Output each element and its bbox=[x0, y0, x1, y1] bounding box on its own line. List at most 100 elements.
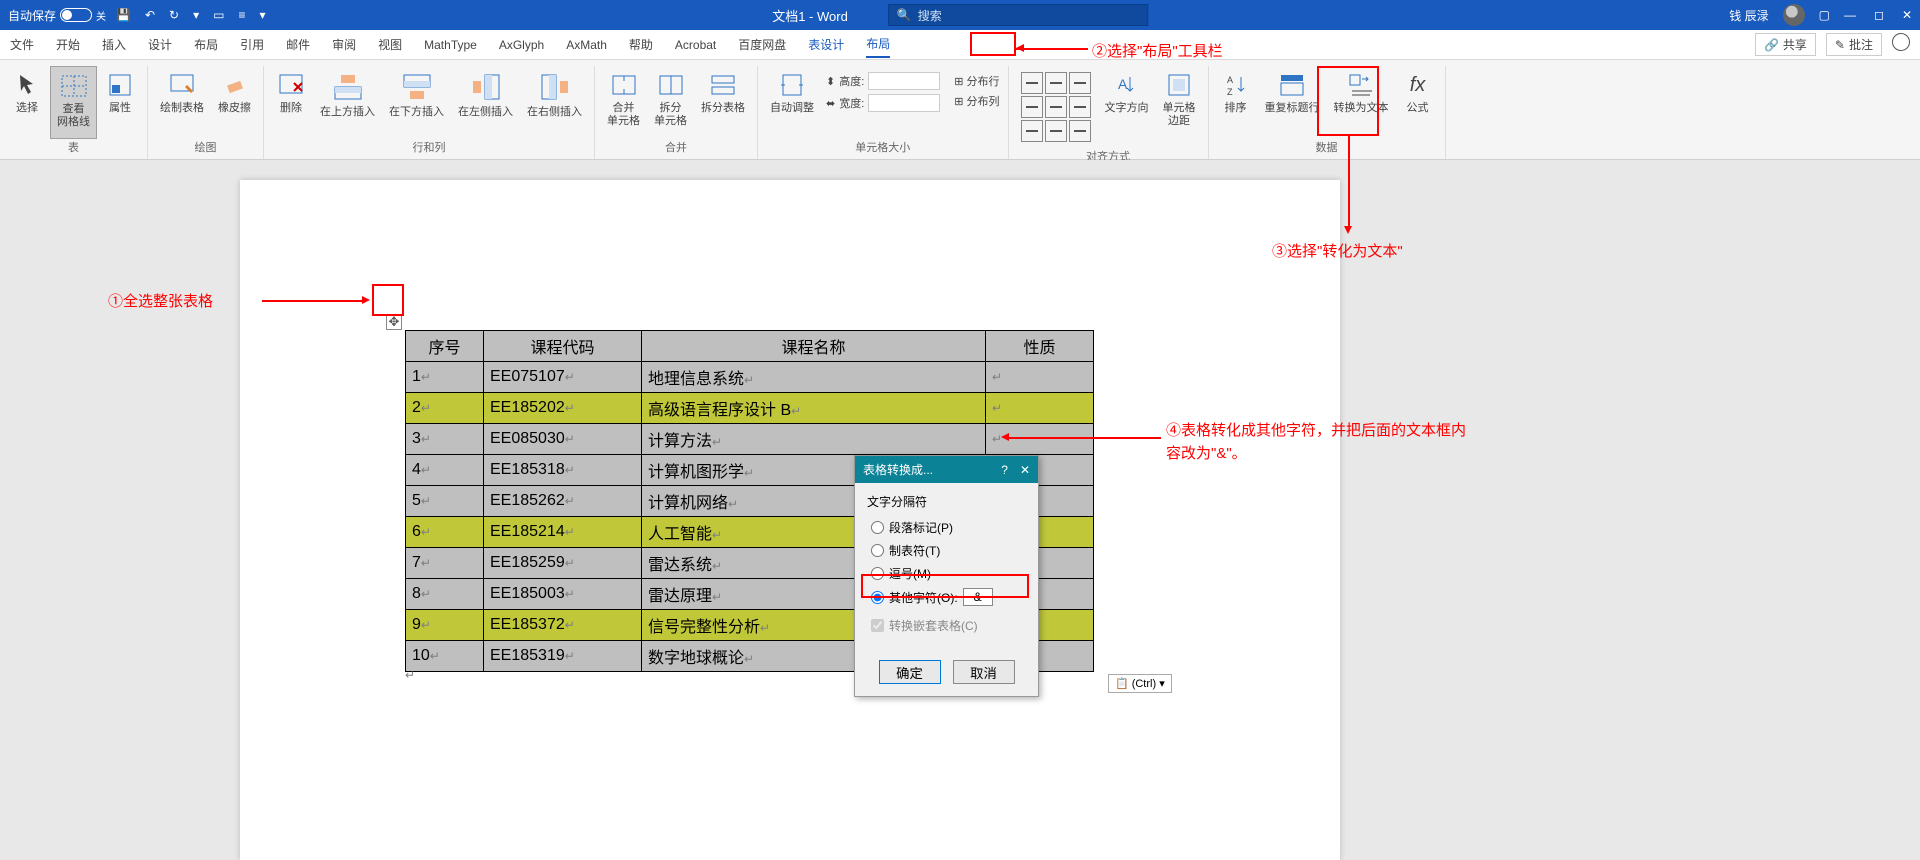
tab-view[interactable]: 视图 bbox=[378, 32, 402, 57]
col-width-input[interactable]: ⬌宽度: bbox=[826, 94, 940, 112]
qat-btn[interactable]: ▭ bbox=[213, 8, 224, 22]
feedback-icon[interactable] bbox=[1892, 33, 1910, 51]
tab-review[interactable]: 审阅 bbox=[332, 32, 356, 57]
split-cells-button[interactable]: 拆分 单元格 bbox=[648, 66, 693, 139]
table-cell[interactable]: ↵ bbox=[986, 362, 1094, 393]
tab-design[interactable]: 设计 bbox=[148, 32, 172, 57]
tab-mail[interactable]: 邮件 bbox=[286, 32, 310, 57]
save-icon[interactable]: 💾 bbox=[116, 8, 131, 22]
split-table-button[interactable]: 拆分表格 bbox=[695, 66, 751, 139]
table-row[interactable]: 1↵EE075107↵地理信息系统↵↵ bbox=[406, 362, 1094, 393]
tab-layout[interactable]: 布局 bbox=[194, 32, 218, 57]
insert-above-button[interactable]: 在上方插入 bbox=[314, 66, 381, 139]
share-button[interactable]: 🔗 共享 bbox=[1755, 33, 1816, 56]
cell-margins-button[interactable]: 单元格 边距 bbox=[1157, 66, 1202, 148]
autofit-button[interactable]: 自动调整 bbox=[764, 66, 820, 139]
cancel-button[interactable]: 取消 bbox=[953, 660, 1015, 684]
table-row[interactable]: 3↵EE085030↵计算方法↵↵ bbox=[406, 424, 1094, 455]
tab-table-layout[interactable]: 布局 bbox=[866, 31, 890, 58]
align-grid[interactable] bbox=[1021, 72, 1091, 142]
table-row[interactable]: 2↵EE185202↵高级语言程序设计 B↵↵ bbox=[406, 393, 1094, 424]
table-cell[interactable]: EE185214↵ bbox=[484, 517, 642, 548]
table-cell[interactable]: EE185003↵ bbox=[484, 579, 642, 610]
convert-to-text-button[interactable]: 转换为文本 bbox=[1328, 66, 1395, 139]
table-cell[interactable]: 地理信息系统↵ bbox=[642, 362, 986, 393]
tab-acrobat[interactable]: Acrobat bbox=[675, 34, 716, 56]
formula-button[interactable]: fx公式 bbox=[1397, 66, 1439, 139]
avatar[interactable] bbox=[1783, 4, 1805, 26]
distribute-rows-button[interactable]: ⊞分布行 bbox=[952, 72, 1001, 90]
table-cell[interactable]: EE185262↵ bbox=[484, 486, 642, 517]
radio-paragraph[interactable]: 段落标记(P) bbox=[867, 516, 1026, 539]
dialog-titlebar[interactable]: 表格转换成... ?✕ bbox=[855, 456, 1038, 483]
table-cell[interactable]: 4↵ bbox=[406, 455, 484, 486]
table-cell[interactable]: 5↵ bbox=[406, 486, 484, 517]
qat-btn2[interactable]: ≡ bbox=[238, 8, 245, 22]
table-cell[interactable]: EE075107↵ bbox=[484, 362, 642, 393]
focus-icon[interactable]: ▢ bbox=[1819, 8, 1830, 22]
table-cell[interactable]: EE185202↵ bbox=[484, 393, 642, 424]
tab-axmath[interactable]: AxMath bbox=[566, 34, 607, 56]
qat-overflow[interactable]: ▾ bbox=[259, 8, 265, 22]
width-field[interactable] bbox=[868, 94, 940, 112]
table-cell[interactable]: 3↵ bbox=[406, 424, 484, 455]
insert-right-button[interactable]: 在右侧插入 bbox=[521, 66, 588, 139]
draw-table-button[interactable]: 绘制表格 bbox=[154, 66, 210, 139]
table-cell[interactable]: 2↵ bbox=[406, 393, 484, 424]
dialog-close-icon[interactable]: ✕ bbox=[1020, 463, 1030, 477]
undo-icon[interactable]: ↶ bbox=[145, 8, 155, 22]
table-cell[interactable]: 7↵ bbox=[406, 548, 484, 579]
search-box[interactable]: 🔍 搜索 bbox=[888, 4, 1148, 26]
tab-insert[interactable]: 插入 bbox=[102, 32, 126, 57]
table-cell[interactable]: ↵ bbox=[986, 393, 1094, 424]
tab-table-design[interactable]: 表设计 bbox=[808, 32, 844, 57]
tab-refs[interactable]: 引用 bbox=[240, 32, 264, 57]
height-field[interactable] bbox=[868, 72, 940, 90]
radio-comma[interactable]: 逗号(M) bbox=[867, 562, 1026, 585]
table-cell[interactable]: EE185372↵ bbox=[484, 610, 642, 641]
table-cell[interactable]: 8↵ bbox=[406, 579, 484, 610]
paste-options-popup[interactable]: 📋(Ctrl) ▾ bbox=[1108, 674, 1172, 693]
table-cell[interactable]: 10↵ bbox=[406, 641, 484, 672]
text-direction-button[interactable]: A文字方向 bbox=[1099, 66, 1155, 148]
table-cell[interactable]: EE185259↵ bbox=[484, 548, 642, 579]
table-select-handle[interactable]: ✥ bbox=[386, 314, 402, 330]
redo-icon[interactable]: ↻ bbox=[169, 8, 179, 22]
row-height-input[interactable]: ⬍高度: bbox=[826, 72, 940, 90]
select-button[interactable]: 选择 bbox=[6, 66, 48, 139]
dialog-help-icon[interactable]: ? bbox=[1001, 463, 1008, 477]
radio-other[interactable]: 其他字符(O): bbox=[867, 585, 1026, 609]
distribute-cols-button[interactable]: ⊞分布列 bbox=[952, 92, 1001, 110]
radio-tab[interactable]: 制表符(T) bbox=[867, 539, 1026, 562]
merge-cells-button[interactable]: 合并 单元格 bbox=[601, 66, 646, 139]
sort-button[interactable]: AZ排序 bbox=[1215, 66, 1257, 139]
eraser-button[interactable]: 橡皮擦 bbox=[212, 66, 257, 139]
table-cell[interactable]: EE085030↵ bbox=[484, 424, 642, 455]
tab-home[interactable]: 开始 bbox=[56, 32, 80, 57]
table-cell[interactable]: 高级语言程序设计 B↵ bbox=[642, 393, 986, 424]
tab-help[interactable]: 帮助 bbox=[629, 32, 653, 57]
insert-below-button[interactable]: 在下方插入 bbox=[383, 66, 450, 139]
delete-button[interactable]: 删除 bbox=[270, 66, 312, 139]
table-cell[interactable]: EE185318↵ bbox=[484, 455, 642, 486]
tab-mathtype[interactable]: MathType bbox=[424, 34, 477, 56]
table-cell[interactable]: 计算方法↵ bbox=[642, 424, 986, 455]
repeat-header-button[interactable]: 重复标题行 bbox=[1259, 66, 1326, 139]
other-char-input[interactable] bbox=[963, 588, 993, 606]
comment-button[interactable]: ✎ 批注 bbox=[1826, 33, 1882, 56]
tab-file[interactable]: 文件 bbox=[10, 32, 34, 57]
table-cell[interactable]: 9↵ bbox=[406, 610, 484, 641]
tab-axglyph[interactable]: AxGlyph bbox=[499, 34, 544, 56]
autosave-toggle[interactable]: 自动保存 关 bbox=[8, 7, 106, 24]
table-cell[interactable]: 6↵ bbox=[406, 517, 484, 548]
table-cell[interactable]: EE185319↵ bbox=[484, 641, 642, 672]
ok-button[interactable]: 确定 bbox=[879, 660, 941, 684]
properties-button[interactable]: 属性 bbox=[99, 66, 141, 139]
view-gridlines-button[interactable]: 查看 网格线 bbox=[50, 66, 97, 139]
insert-left-button[interactable]: 在左侧插入 bbox=[452, 66, 519, 139]
maximize-icon[interactable]: ◻ bbox=[1874, 8, 1884, 22]
minimize-icon[interactable]: — bbox=[1844, 8, 1856, 22]
table-cell[interactable]: 1↵ bbox=[406, 362, 484, 393]
tab-baidu[interactable]: 百度网盘 bbox=[738, 32, 786, 57]
close-icon[interactable]: ✕ bbox=[1902, 8, 1912, 22]
